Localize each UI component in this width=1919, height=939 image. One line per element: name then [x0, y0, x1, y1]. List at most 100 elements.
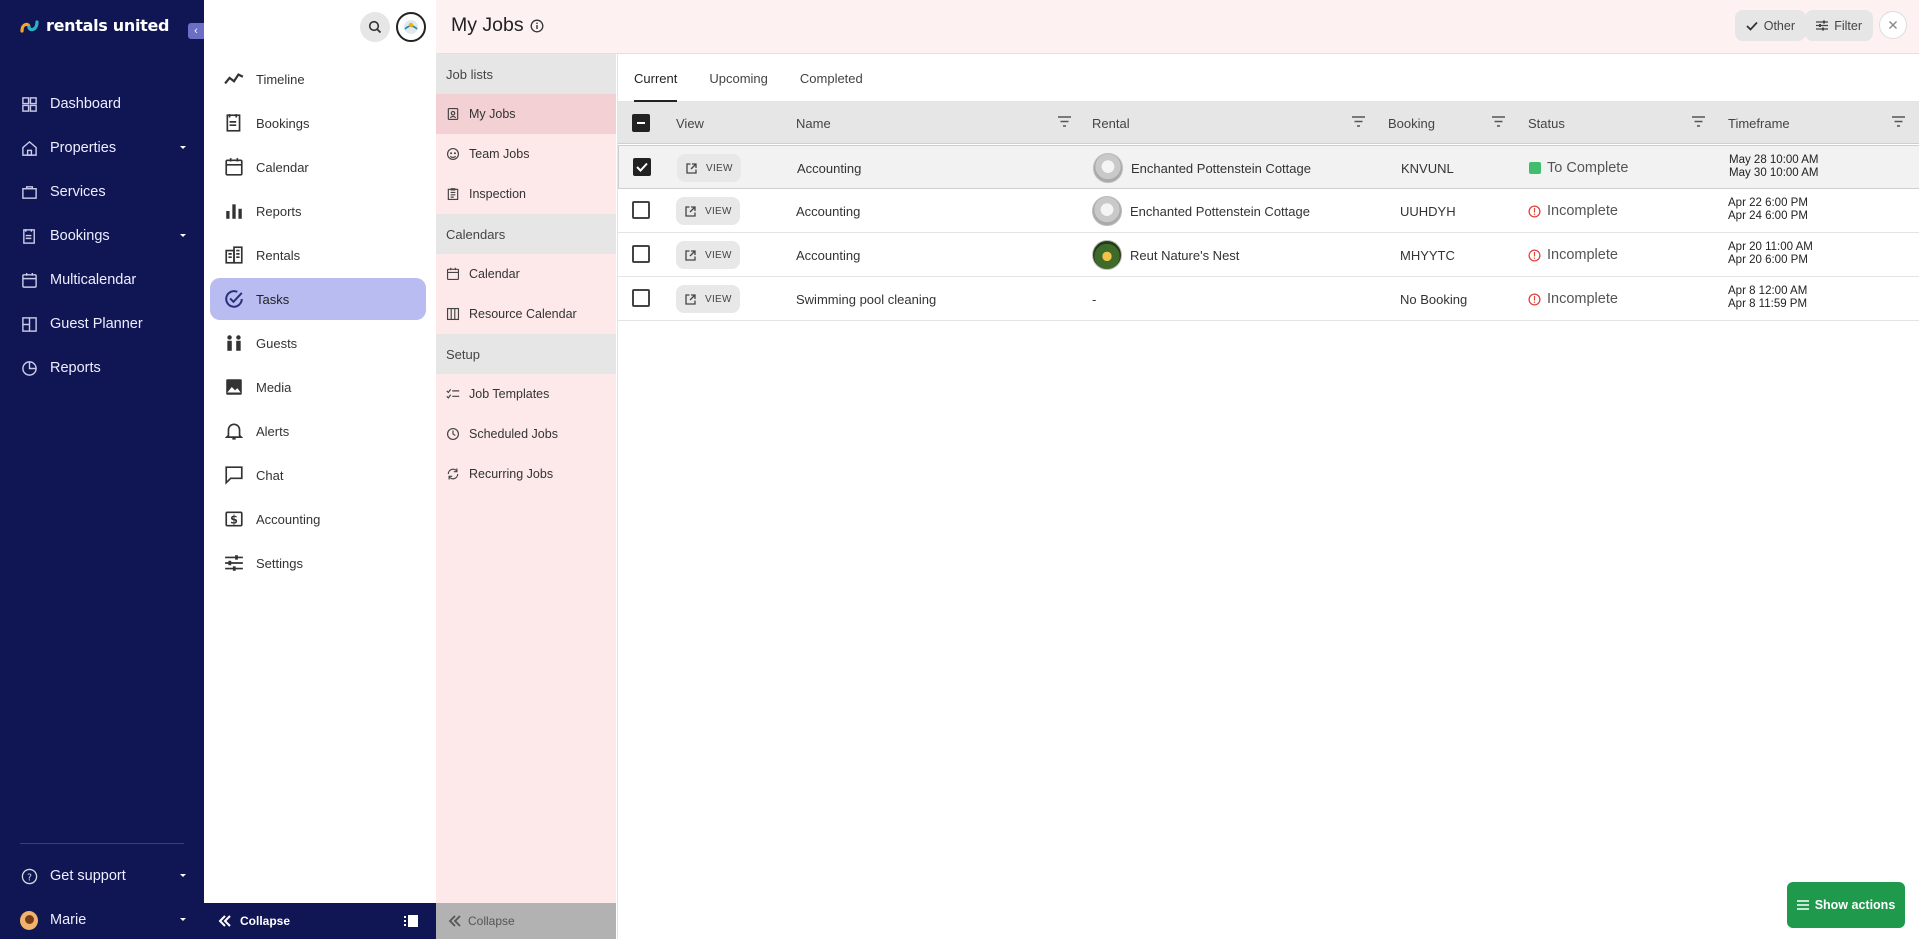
sidebar-item-chat[interactable]: Chat	[210, 454, 426, 496]
table-row[interactable]: VIEW Accounting Reut Nature's Nest MHYYT…	[618, 233, 1919, 277]
list-view-icon[interactable]	[404, 915, 418, 927]
rental-thumbnail	[1092, 240, 1122, 270]
column-header-rental[interactable]: Rental	[1092, 102, 1130, 144]
primary-nav-label: Multicalendar	[50, 272, 137, 288]
primary-nav-item-dashboard[interactable]: Dashboard	[20, 92, 188, 116]
row-checkbox[interactable]	[632, 245, 650, 263]
primary-nav-item-properties[interactable]: Properties	[20, 136, 188, 160]
show-actions-button[interactable]: Show actions	[1787, 882, 1905, 928]
bar-chart-icon	[224, 201, 244, 221]
jobs-nav-label: Team Jobs	[469, 147, 530, 161]
sidebar-item-bookings[interactable]: Bookings	[210, 102, 426, 144]
collapse-jobs-sidebar-button[interactable]: Collapse	[436, 903, 616, 939]
column-header-status[interactable]: Status	[1528, 102, 1565, 144]
filter-icon[interactable]	[1492, 116, 1505, 127]
get-support-menu[interactable]: ? Get support	[20, 864, 188, 888]
clock-icon	[446, 427, 460, 441]
jobs-sidebar: Job lists My Jobs Team Jobs Inspection Ca…	[436, 54, 616, 939]
view-button[interactable]: VIEW	[676, 197, 740, 225]
user-menu[interactable]: Marie	[20, 908, 188, 932]
jobs-nav-item-inspection[interactable]: Inspection	[436, 174, 616, 214]
section-heading-calendars: Calendars	[436, 214, 616, 254]
tab-completed[interactable]: Completed	[800, 54, 879, 102]
primary-nav-item-bookings[interactable]: Bookings	[20, 224, 188, 248]
calendar-icon	[224, 157, 244, 177]
primary-nav-item-multicalendar[interactable]: Multicalendar	[20, 268, 188, 292]
jobs-nav-item-scheduled-jobs[interactable]: Scheduled Jobs	[436, 414, 616, 454]
jobs-nav-label: Inspection	[469, 187, 526, 201]
row-checkbox[interactable]	[632, 201, 650, 219]
status-text: Incomplete	[1547, 203, 1618, 219]
time-start: May 28 10:00 AM	[1729, 154, 1819, 166]
jobs-nav-item-job-templates[interactable]: Job Templates	[436, 374, 616, 414]
column-header-booking[interactable]: Booking	[1388, 102, 1435, 144]
sidebar-item-alerts[interactable]: Alerts	[210, 410, 426, 452]
sidebar-item-media[interactable]: Media	[210, 366, 426, 408]
view-button[interactable]: VIEW	[676, 285, 740, 313]
tab-upcoming[interactable]: Upcoming	[709, 54, 784, 102]
collapse-label: Collapse	[468, 914, 515, 928]
row-checkbox[interactable]	[632, 289, 650, 307]
svg-text:?: ?	[26, 872, 31, 883]
search-button[interactable]	[360, 12, 390, 42]
sidebar-item-reports[interactable]: Reports	[210, 190, 426, 232]
section-heading-job-lists: Job lists	[436, 54, 616, 94]
info-icon[interactable]	[530, 19, 544, 33]
table-row[interactable]: VIEW Accounting Enchanted Pottenstein Co…	[618, 145, 1919, 189]
page-title-text: My Jobs	[451, 14, 524, 36]
jobs-nav-item-calendar[interactable]: Calendar	[436, 254, 616, 294]
brand-logo[interactable]: rentals united	[20, 16, 169, 35]
column-header-view[interactable]: View	[676, 102, 704, 144]
filter-icon[interactable]	[1058, 116, 1071, 127]
sidebar-item-calendar[interactable]: Calendar	[210, 146, 426, 188]
close-button[interactable]	[1879, 11, 1907, 39]
filter-icon[interactable]	[1692, 116, 1705, 127]
view-button[interactable]: VIEW	[676, 241, 740, 269]
primary-nav-item-guest-planner[interactable]: Guest Planner	[20, 312, 188, 336]
time-start: Apr 8 12:00 AM	[1728, 285, 1808, 297]
timeframe: Apr 8 12:00 AM Apr 8 11:59 PM	[1728, 285, 1807, 311]
sidebar-divider	[20, 843, 184, 844]
sidebar-item-accounting[interactable]: $ Accounting	[210, 498, 426, 540]
home-icon	[20, 139, 38, 157]
column-header-timeframe[interactable]: Timeframe	[1728, 102, 1790, 144]
tab-current[interactable]: Current	[634, 54, 693, 102]
row-checkbox[interactable]	[633, 158, 651, 176]
select-all-checkbox[interactable]	[632, 102, 650, 144]
filter-button[interactable]: Filter	[1805, 10, 1873, 41]
time-start: Apr 22 6:00 PM	[1728, 197, 1808, 209]
filter-icon[interactable]	[1892, 116, 1905, 127]
status-badge: To Complete	[1529, 146, 1628, 190]
column-header-name[interactable]: Name	[796, 102, 831, 144]
primary-nav-item-services[interactable]: Services	[20, 180, 188, 204]
sidebar-item-rentals[interactable]: Rentals	[210, 234, 426, 276]
account-avatar-button[interactable]	[396, 12, 426, 42]
sidebar-item-timeline[interactable]: Timeline	[210, 58, 426, 100]
sidebar-item-tasks[interactable]: Tasks	[210, 278, 426, 320]
primary-nav-label: Bookings	[50, 228, 110, 244]
jobs-nav-item-my-jobs[interactable]: My Jobs	[436, 94, 616, 134]
view-label: VIEW	[705, 293, 732, 305]
sidebar-item-settings[interactable]: Settings	[210, 542, 426, 584]
calendar-icon	[20, 271, 38, 289]
view-button[interactable]: VIEW	[677, 154, 741, 182]
open-external-icon	[686, 162, 697, 174]
alert-circle-icon	[1528, 248, 1541, 262]
open-external-icon	[685, 249, 696, 261]
jobs-nav-item-team-jobs[interactable]: Team Jobs	[436, 134, 616, 174]
checklist-icon	[446, 387, 460, 401]
rental-thumbnail	[1092, 196, 1122, 226]
table-row[interactable]: VIEW Accounting Enchanted Pottenstein Co…	[618, 189, 1919, 233]
collapse-sidebar-button[interactable]: ‹	[188, 23, 204, 39]
primary-nav-label: Reports	[50, 360, 101, 376]
jobs-nav-item-resource-calendar[interactable]: Resource Calendar	[436, 294, 616, 334]
sidebar-item-label: Reports	[256, 203, 302, 219]
primary-nav-item-reports[interactable]: Reports	[20, 356, 188, 380]
timeframe: Apr 22 6:00 PM Apr 24 6:00 PM	[1728, 197, 1808, 223]
jobs-nav-item-recurring-jobs[interactable]: Recurring Jobs	[436, 454, 616, 494]
collapse-menu-button[interactable]: Collapse	[204, 903, 436, 939]
other-button[interactable]: Other	[1734, 10, 1806, 41]
filter-icon[interactable]	[1352, 116, 1365, 127]
table-row[interactable]: VIEW Swimming pool cleaning - No Booking…	[618, 277, 1919, 321]
sidebar-item-guests[interactable]: Guests	[210, 322, 426, 364]
